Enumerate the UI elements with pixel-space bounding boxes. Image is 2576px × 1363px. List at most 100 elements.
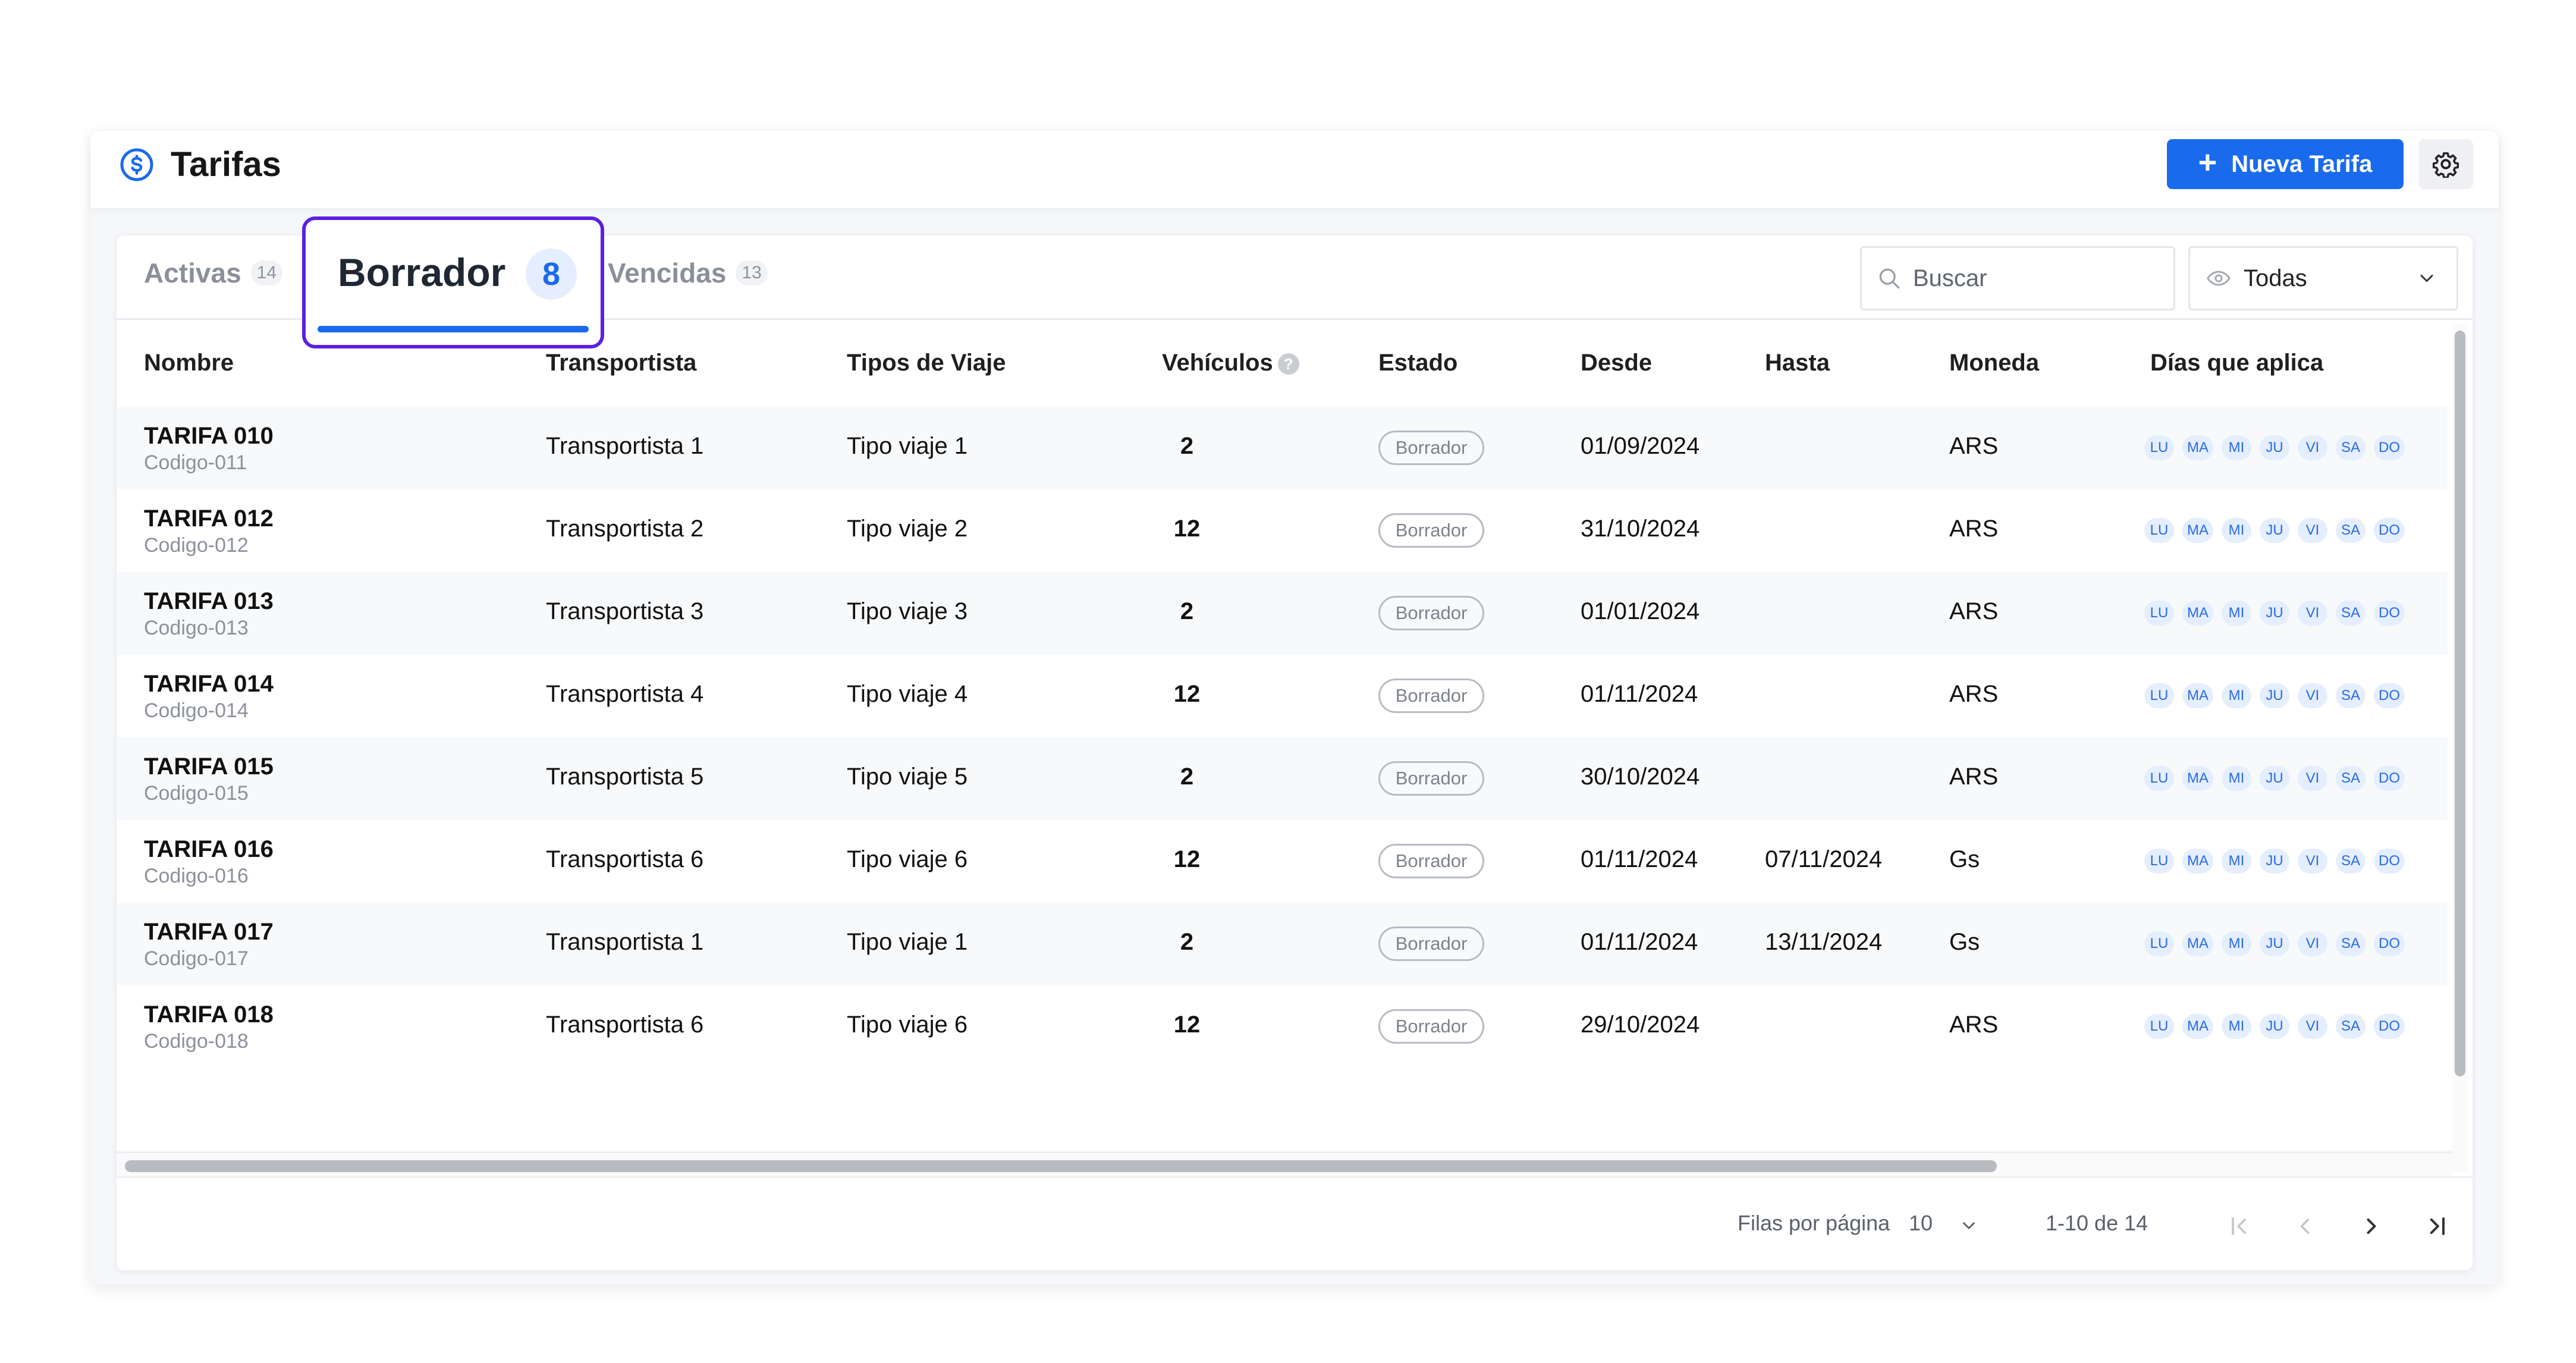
- tab-activas[interactable]: Activas 14: [144, 257, 283, 289]
- tab-vencidas[interactable]: Vencidas 13: [608, 257, 768, 289]
- weekday-chip: MA: [2182, 518, 2213, 543]
- gear-icon: [2432, 152, 2459, 178]
- column-header-transportista[interactable]: Transportista: [546, 350, 696, 376]
- weekday-chip: LU: [2144, 518, 2174, 543]
- weekday-chip: DO: [2374, 849, 2405, 874]
- rows-per-page-select[interactable]: 10: [1909, 1211, 1933, 1236]
- table-row[interactable]: TARIFA 014 Codigo-014 Transportista 4 Tipo …: [117, 655, 2448, 737]
- weekday-chip: DO: [2374, 601, 2405, 626]
- tab-borrador[interactable]: Borrador 8: [302, 216, 604, 348]
- table-row[interactable]: TARIFA 016 Codigo-016 Transportista 6 Tipo …: [117, 820, 2448, 903]
- column-header-estado[interactable]: Estado: [1378, 350, 1457, 376]
- settings-button[interactable]: [2418, 139, 2473, 189]
- status-badge: Borrador: [1378, 513, 1484, 548]
- last-page-icon: [2430, 1217, 2445, 1235]
- weekday-chip: JU: [2260, 849, 2289, 874]
- weekday-chip: DO: [2374, 518, 2405, 543]
- status-filter-select[interactable]: Todas: [2188, 246, 2458, 310]
- next-page-button[interactable]: [2354, 1208, 2389, 1244]
- chevron-down-icon[interactable]: [1959, 1216, 1979, 1236]
- weekday-chip: MI: [2222, 931, 2251, 956]
- weekday-chip: MI: [2222, 601, 2251, 626]
- carrier-name: Transportista 1: [546, 929, 704, 955]
- currency: Gs: [1949, 846, 1980, 872]
- column-header-moneda[interactable]: Moneda: [1949, 350, 2039, 376]
- trip-type: Tipo viaje 6: [847, 1012, 968, 1038]
- trip-type: Tipo viaje 3: [847, 598, 968, 624]
- weekday-chip: DO: [2374, 435, 2405, 460]
- weekday-chip: SA: [2336, 1014, 2365, 1039]
- weekday-chip: MI: [2222, 683, 2251, 708]
- tariff-name: TARIFA 016: [144, 836, 274, 862]
- tab-label: Borrador: [338, 250, 506, 294]
- help-icon[interactable]: ?: [1277, 353, 1299, 375]
- vehicle-count: 2: [1180, 764, 1194, 790]
- column-header-desde[interactable]: Desde: [1581, 350, 1652, 376]
- trip-type: Tipo viaje 1: [847, 929, 968, 955]
- search-icon: [1879, 268, 1900, 289]
- column-header-vehiculos[interactable]: Vehículos?: [1162, 350, 1299, 376]
- new-tariff-label: Nueva Tarifa: [2231, 150, 2373, 177]
- currency: ARS: [1949, 598, 1999, 624]
- table-row[interactable]: TARIFA 013 Codigo-013 Transportista 3 Tipo …: [117, 572, 2448, 655]
- column-header-dias[interactable]: Días que aplica: [2150, 350, 2323, 376]
- trip-type: Tipo viaje 5: [847, 764, 968, 790]
- table-row[interactable]: TARIFA 015 Codigo-015 Transportista 5 Tipo …: [117, 737, 2448, 820]
- weekday-chip: LU: [2144, 435, 2174, 460]
- carrier-name: Transportista 6: [546, 1012, 704, 1038]
- column-header-nombre[interactable]: Nombre: [144, 350, 234, 376]
- table-body: TARIFA 010 Codigo-011 Transportista 1 Tipo …: [117, 407, 2448, 1068]
- filter-value: Todas: [2244, 265, 2307, 291]
- plus-icon: +: [2198, 145, 2217, 180]
- weekday-chip: VI: [2298, 766, 2327, 791]
- chevron-left-icon: [2300, 1218, 2310, 1234]
- column-header-tipos[interactable]: Tipos de Viaje: [847, 350, 1006, 376]
- status-badge: Borrador: [1378, 927, 1484, 961]
- table-row[interactable]: TARIFA 017 Codigo-017 Transportista 1 Tipo …: [117, 903, 2448, 985]
- status-badge: Borrador: [1378, 431, 1484, 465]
- vehicle-count: 12: [1173, 516, 1201, 542]
- first-page-button[interactable]: [2222, 1208, 2257, 1244]
- weekday-chip: MA: [2182, 849, 2213, 874]
- tariff-code: Codigo-014: [144, 699, 249, 722]
- tab-label: Activas: [144, 257, 241, 288]
- vertical-scrollbar-thumb[interactable]: [2455, 331, 2465, 1076]
- weekday-chip: JU: [2260, 435, 2289, 460]
- weekday-chip: SA: [2336, 849, 2365, 874]
- carrier-name: Transportista 3: [546, 598, 704, 624]
- start-date: 01/11/2024: [1581, 929, 1698, 955]
- tariff-code: Codigo-011: [144, 451, 247, 474]
- weekday-chips: LU MA MI JU VI SA DO: [2144, 601, 2405, 626]
- previous-page-button[interactable]: [2287, 1208, 2323, 1244]
- end-date: 07/11/2024: [1765, 846, 1883, 872]
- search-box[interactable]: [1860, 246, 2175, 310]
- table-row[interactable]: TARIFA 018 Codigo-018 Transportista 6 Tipo …: [117, 985, 2448, 1068]
- tab-label: Vencidas: [608, 257, 727, 288]
- vertical-scrollbar[interactable]: [2452, 325, 2468, 1172]
- horizontal-scrollbar-thumb[interactable]: [125, 1160, 1997, 1172]
- weekday-chip: MA: [2182, 766, 2213, 791]
- new-tariff-button[interactable]: + Nueva Tarifa: [2167, 139, 2404, 189]
- currency: ARS: [1949, 681, 1999, 707]
- table-row[interactable]: TARIFA 012 Codigo-012 Transportista 2 Tipo …: [117, 489, 2448, 572]
- weekday-chips: LU MA MI JU VI SA DO: [2144, 766, 2405, 791]
- weekday-chip: DO: [2374, 1014, 2405, 1039]
- search-input[interactable]: [1913, 265, 2163, 292]
- page-range: 1-10 de 14: [2046, 1211, 2148, 1235]
- carrier-name: Transportista 6: [546, 846, 704, 872]
- end-date: 13/11/2024: [1765, 929, 1883, 955]
- chevron-right-icon: [2367, 1218, 2376, 1235]
- weekday-chips: LU MA MI JU VI SA DO: [2144, 435, 2405, 460]
- weekday-chip: LU: [2144, 601, 2174, 626]
- last-page-button[interactable]: [2419, 1208, 2455, 1244]
- weekday-chip: VI: [2298, 435, 2327, 460]
- divider: [117, 1176, 2473, 1178]
- column-header-hasta[interactable]: Hasta: [1765, 350, 1830, 376]
- weekday-chip: SA: [2336, 601, 2365, 626]
- active-tab-indicator: [318, 326, 589, 332]
- horizontal-scrollbar[interactable]: [117, 1151, 2452, 1176]
- table-row[interactable]: TARIFA 010 Codigo-011 Transportista 1 Tipo …: [117, 407, 2448, 489]
- currency: ARS: [1949, 764, 1999, 790]
- trip-type: Tipo viaje 1: [847, 433, 968, 459]
- column-label: Vehículos: [1162, 350, 1273, 376]
